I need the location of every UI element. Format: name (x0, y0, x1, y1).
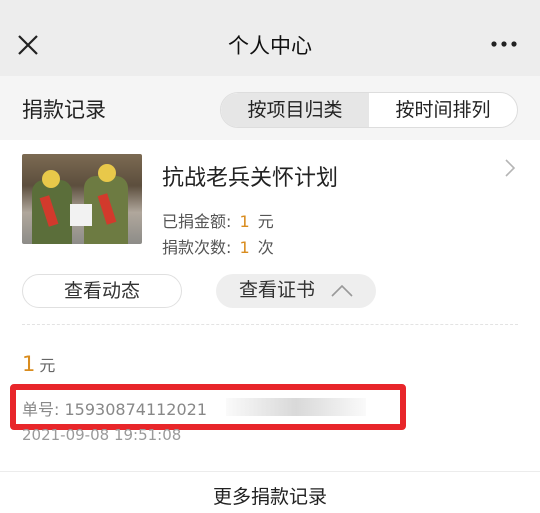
chevron-up-icon (331, 284, 353, 297)
donation-count: 捐款次数: 1 次 (162, 234, 274, 258)
record-amount-unit: 元 (39, 356, 56, 375)
project-card: 抗战老兵关怀计划 已捐金额: 1 元 捐款次数: 1 次 查看动态 查看证书 1… (0, 140, 540, 475)
donated-label: 已捐金额: (162, 212, 232, 231)
highlight-box (10, 384, 406, 430)
count-unit: 次 (257, 238, 274, 257)
more-dots-icon[interactable] (490, 40, 518, 48)
donated-value: 1 (239, 212, 250, 231)
project-title[interactable]: 抗战老兵关怀计划 (162, 160, 338, 192)
count-value: 1 (239, 238, 250, 257)
record-time: 2021-09-08 19:51:08 (22, 427, 182, 441)
donated-amount: 已捐金额: 1 元 (162, 208, 274, 232)
project-thumbnail[interactable] (22, 154, 142, 244)
page-title: 个人中心 (228, 34, 312, 58)
section-header: 捐款记录 按项目归类 按时间排列 (0, 76, 540, 140)
section-title: 捐款记录 (22, 98, 106, 122)
more-records-bar[interactable]: 更多捐款记录 (0, 471, 540, 513)
chevron-right-icon[interactable] (504, 158, 516, 178)
view-activity-button[interactable]: 查看动态 (22, 274, 182, 308)
sort-toggle: 按项目归类 按时间排列 (220, 92, 518, 128)
view-activity-label: 查看动态 (63, 280, 140, 302)
count-label: 捐款次数: (162, 238, 232, 257)
view-certificate-label: 查看证书 (238, 279, 315, 301)
record-amount-value: 1 (22, 352, 36, 376)
more-records-link[interactable]: 更多捐款记录 (0, 482, 540, 509)
toggle-by-project[interactable]: 按项目归类 (221, 93, 369, 127)
record-amount: 1元 (22, 352, 55, 376)
donated-unit: 元 (257, 212, 274, 231)
toggle-by-time[interactable]: 按时间排列 (369, 93, 517, 127)
divider (22, 324, 518, 325)
view-certificate-button[interactable]: 查看证书 (216, 274, 376, 308)
